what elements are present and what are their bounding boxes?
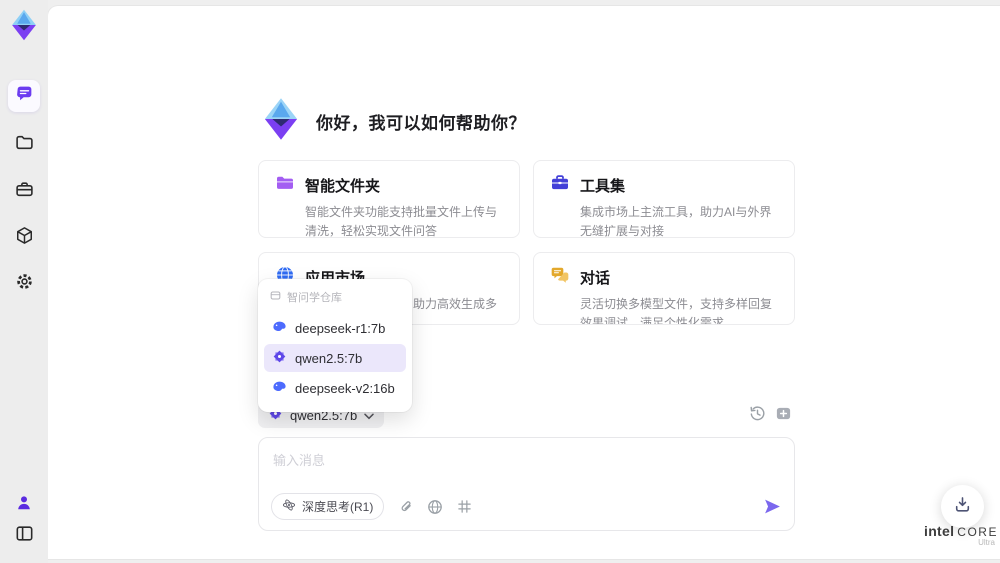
message-input[interactable]: 输入消息: [273, 450, 325, 469]
sidebar-item-settings[interactable]: [8, 268, 40, 300]
model-dropdown-header-label: 智问学仓库: [287, 292, 342, 304]
repository-icon: [270, 290, 281, 304]
app-logo-icon: [5, 6, 43, 44]
sidebar-item-folders[interactable]: [8, 129, 40, 161]
deepseek-icon: [272, 379, 287, 397]
model-dropdown: 智问学仓库 deepseek-r1:7b qwen2.5:7b deepseek…: [258, 279, 412, 412]
folder-icon: [15, 133, 34, 157]
core-wordmark: CORE: [957, 525, 998, 539]
model-option-label: deepseek-v2:16b: [295, 380, 395, 396]
sidebar-item-chat[interactable]: [8, 80, 40, 112]
toolbox-icon: [550, 173, 570, 198]
model-option-deepseek-v2[interactable]: deepseek-v2:16b: [264, 374, 406, 402]
grid-icon[interactable]: [457, 499, 472, 514]
card-toolset[interactable]: 工具集 集成市场上主流工具，助力AI与外界无缝扩展与对接: [533, 160, 795, 238]
new-chat-icon[interactable]: [775, 405, 792, 422]
greeting: 你好，我可以如何帮助你？: [258, 96, 526, 147]
intel-wordmark: intel: [924, 523, 955, 539]
main-panel: 你好，我可以如何帮助你？ 智能文件夹 智能文件夹功能支持批量文件上传与清洗，轻松…: [48, 6, 1000, 559]
gear-icon: [15, 272, 34, 296]
composer-toolbar: 深度思考(R1): [271, 493, 782, 520]
card-title: 对话: [580, 270, 611, 287]
chat-bubble-icon: [15, 84, 34, 108]
intel-core-badge: intel CORE Ultra: [921, 523, 1000, 547]
model-option-label: qwen2.5:7b: [295, 350, 363, 366]
chat-actions: [749, 405, 792, 422]
sidebar-item-account[interactable]: [8, 489, 40, 521]
qwen-icon: [272, 349, 287, 367]
cube-icon: [15, 226, 34, 250]
history-icon[interactable]: [749, 405, 766, 422]
globe-icon[interactable]: [427, 499, 443, 515]
atom-icon: [282, 498, 296, 515]
user-icon: [15, 494, 33, 517]
briefcase-icon: [15, 180, 34, 204]
sidebar-panel-toggle[interactable]: [8, 520, 40, 552]
dialog-icon: [550, 265, 570, 290]
folder-icon: [275, 173, 295, 198]
ultra-label: Ultra: [978, 538, 995, 547]
panel-toggle-icon: [15, 524, 34, 548]
sidebar: [0, 0, 48, 563]
card-description: 智能文件夹功能支持批量文件上传与清洗，轻松实现文件问答: [305, 205, 498, 238]
composer: 输入消息 深度思考(R1): [258, 437, 795, 531]
page-title: 你好，我可以如何帮助你？: [316, 114, 526, 133]
app-window: 你好，我可以如何帮助你？ 智能文件夹 智能文件夹功能支持批量文件上传与清洗，轻松…: [0, 0, 1000, 563]
download-icon: [953, 495, 972, 519]
deepseek-icon: [272, 319, 287, 337]
model-option-label: deepseek-r1:7b: [295, 320, 386, 336]
paperclip-icon[interactable]: [398, 499, 413, 514]
deep-think-button[interactable]: 深度思考(R1): [271, 493, 385, 520]
sidebar-item-models[interactable]: [8, 222, 40, 254]
send-button[interactable]: [763, 497, 782, 516]
card-description: 灵活切换多模型文件，支持多样回复效果调试，满足个性化需求: [580, 297, 773, 325]
card-dialog[interactable]: 对话 灵活切换多模型文件，支持多样回复效果调试，满足个性化需求: [533, 252, 795, 325]
model-dropdown-header: 智问学仓库: [264, 287, 406, 312]
download-button[interactable]: [941, 485, 984, 528]
card-title: 智能文件夹: [305, 178, 381, 195]
card-title: 工具集: [580, 178, 626, 195]
model-option-deepseek-r1[interactable]: deepseek-r1:7b: [264, 314, 406, 342]
model-option-qwen[interactable]: qwen2.5:7b: [264, 344, 406, 372]
card-description: 集成市场上主流工具，助力AI与外界无缝扩展与对接: [580, 205, 772, 238]
deep-think-label: 深度思考(R1): [302, 500, 374, 514]
app-logo-icon: [258, 96, 304, 147]
card-smart-folder[interactable]: 智能文件夹 智能文件夹功能支持批量文件上传与清洗，轻松实现文件问答: [258, 160, 520, 238]
sidebar-item-toolbox[interactable]: [8, 176, 40, 208]
